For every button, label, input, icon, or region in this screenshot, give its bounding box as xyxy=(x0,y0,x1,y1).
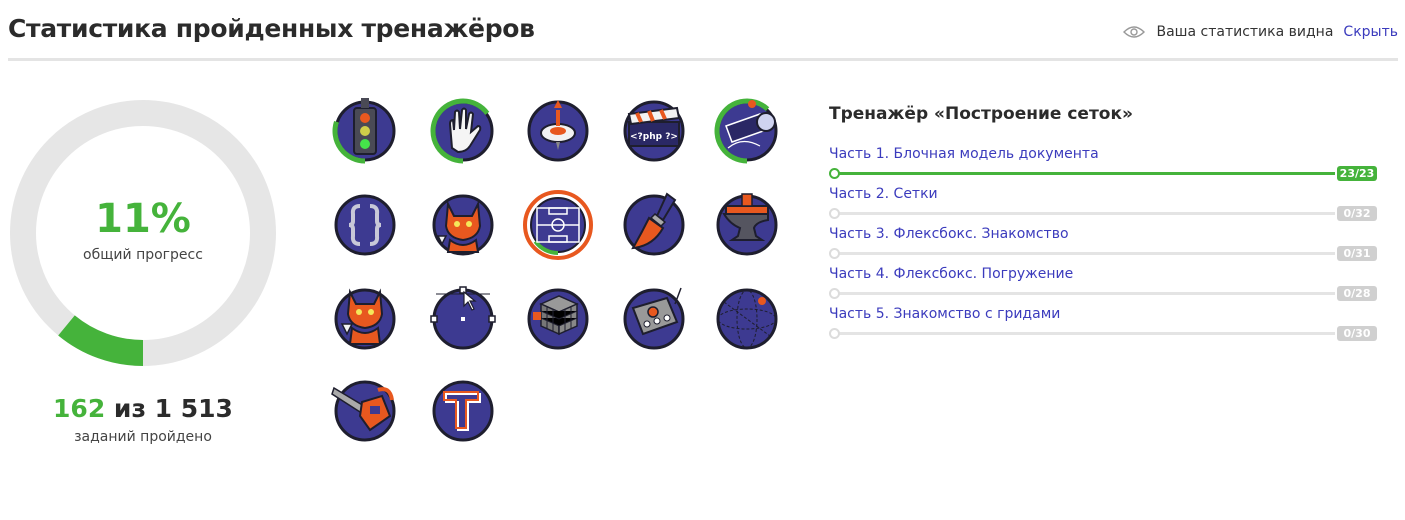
trainer-badge[interactable]: <?php ?> xyxy=(619,96,689,166)
trainer-title: Тренажёр «Построение сеток» xyxy=(829,104,1134,124)
part-row: Часть 2. Сетки 0/32 xyxy=(829,186,1379,222)
trainer-detail-panel: Тренажёр «Построение сеток» Часть 1. Бло… xyxy=(829,104,1379,341)
page-title: Статистика пройденных тренажёров xyxy=(8,14,535,43)
trainer-badge[interactable] xyxy=(330,190,400,260)
tasks-count: 162 из 1 513 xyxy=(8,394,278,423)
trainer-badge[interactable] xyxy=(523,284,593,354)
trainer-badge[interactable] xyxy=(712,190,782,260)
typography-t-icon xyxy=(432,380,494,442)
part-progress-track xyxy=(832,252,1335,255)
visibility-status: Ваша статистика видна Скрыть xyxy=(1122,24,1398,40)
cat-icon xyxy=(334,288,396,350)
part-count-badge: 0/32 xyxy=(1337,206,1377,221)
part-link[interactable]: Часть 4. Флексбокс. Погружение xyxy=(829,266,1073,282)
page-header: Статистика пройденных тренажёров Ваша ст… xyxy=(8,0,1398,61)
php-clapperboard-icon: <?php ?> xyxy=(623,100,685,162)
part-count-badge: 23/23 xyxy=(1337,166,1377,181)
part-link[interactable]: Часть 3. Флексбокс. Знакомство xyxy=(829,226,1069,242)
orbit-sphere-icon xyxy=(716,288,778,350)
tasks-label: заданий пройдено xyxy=(74,429,212,445)
part-progress-dot xyxy=(829,248,840,259)
telescope-icon xyxy=(714,98,778,164)
trainer-badge[interactable] xyxy=(712,284,782,354)
rubiks-cube-icon xyxy=(527,288,589,350)
part-count-badge: 0/28 xyxy=(1337,286,1377,301)
part-progress-track xyxy=(832,292,1335,295)
svg-text:<?php ?>: <?php ?> xyxy=(630,132,678,142)
trainer-badge[interactable] xyxy=(712,96,782,166)
trainer-badge[interactable] xyxy=(330,284,400,354)
control-panel-icon xyxy=(623,287,685,350)
overall-percent-label: общий прогресс xyxy=(83,247,203,263)
part-row: Часть 3. Флексбокс. Знакомство 0/31 xyxy=(829,226,1379,262)
traffic-light-icon xyxy=(332,98,396,164)
trainer-badge[interactable] xyxy=(428,96,498,166)
part-progress-fill xyxy=(832,172,1335,175)
trainer-badge[interactable] xyxy=(523,96,593,166)
tasks-separator: из xyxy=(105,394,155,423)
part-progress-track xyxy=(832,212,1335,215)
part-progress-track xyxy=(832,332,1335,335)
hide-stats-link[interactable]: Скрыть xyxy=(1343,24,1398,40)
hand-icon xyxy=(430,98,494,164)
trainer-badge[interactable] xyxy=(619,284,689,354)
overall-percent: 11% xyxy=(95,196,191,242)
part-progress-dot xyxy=(829,288,840,299)
part-link[interactable]: Часть 1. Блочная модель документа xyxy=(829,146,1099,162)
trainer-badge[interactable] xyxy=(428,190,498,260)
curly-braces-icon xyxy=(334,194,396,256)
cat-icon xyxy=(432,194,494,256)
part-progress-dot xyxy=(829,208,840,219)
part-link[interactable]: Часть 5. Знакомство с гридами xyxy=(829,306,1060,322)
part-progress-dot xyxy=(829,168,840,179)
tasks-total: 1 513 xyxy=(154,394,233,423)
spinning-top-icon xyxy=(527,100,589,162)
visibility-text: Ваша статистика видна xyxy=(1156,24,1334,40)
anvil-icon xyxy=(716,193,778,256)
part-row: Часть 5. Знакомство с гридами 0/30 xyxy=(829,306,1379,342)
eye-icon xyxy=(1122,26,1145,38)
trainer-badge[interactable] xyxy=(330,376,400,446)
chainsaw-icon xyxy=(331,380,396,442)
trainer-badge-selected[interactable] xyxy=(523,190,593,260)
part-progress-dot xyxy=(829,328,840,339)
part-row: Часть 4. Флексбокс. Погружение 0/28 xyxy=(829,266,1379,302)
vector-cursor-icon xyxy=(430,286,496,350)
trainer-badge[interactable] xyxy=(428,376,498,446)
part-count-badge: 0/30 xyxy=(1337,326,1377,341)
tasks-done: 162 xyxy=(53,394,106,423)
part-count-badge: 0/31 xyxy=(1337,246,1377,261)
trainer-badge[interactable] xyxy=(428,284,498,354)
football-field-icon xyxy=(523,190,593,260)
part-row: Часть 1. Блочная модель документа 23/23 xyxy=(829,146,1379,182)
part-link[interactable]: Часть 2. Сетки xyxy=(829,186,938,202)
trainer-badge[interactable] xyxy=(330,96,400,166)
paint-brush-icon xyxy=(623,192,685,256)
trainer-badge[interactable] xyxy=(619,190,689,260)
